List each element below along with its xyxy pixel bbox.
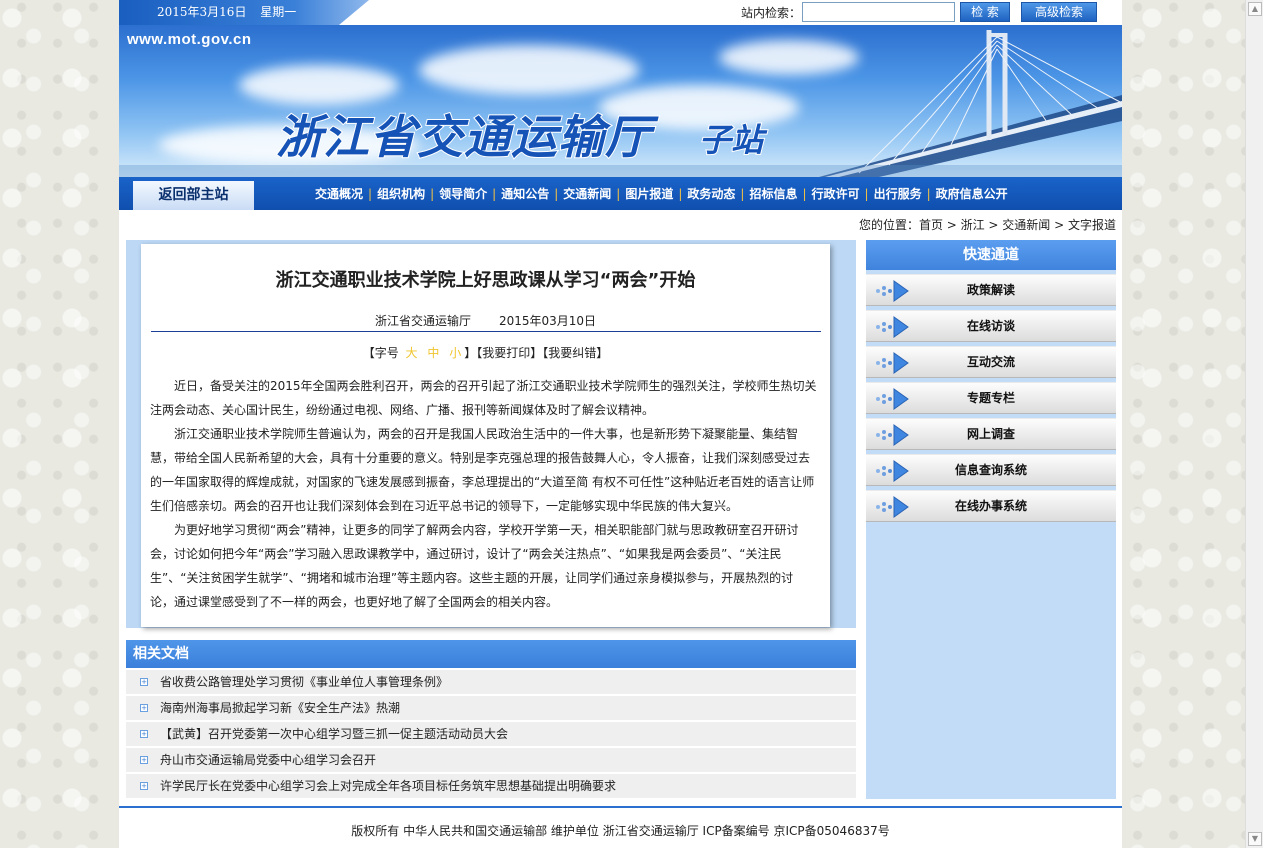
font-size-medium-link[interactable]: 中 [427, 346, 439, 360]
scroll-up-icon[interactable]: ▲ [1248, 2, 1262, 16]
plus-bullet-icon: + [140, 678, 148, 686]
nav-item[interactable]: 出行服务 | [874, 185, 936, 202]
main-nav: 返回部主站 交通概况 | 组织机构 | 领导简介 | 通知公告 | 交通新闻 | 图片报道 | 政务动态… [119, 177, 1122, 210]
nav-item[interactable]: 招标信息 | [749, 185, 811, 202]
nav-separator: | [678, 186, 683, 201]
nav-item-label[interactable]: 领导简介 [439, 185, 487, 202]
article-body: 近日，备受关注的2015年全国两会胜利召开，两会的召开引起了浙江交通职业技术学院… [150, 374, 817, 614]
related-doc-link[interactable]: + 【武黄】召开党委第一次中心组学习暨三抓一促主题活动动员大会 [126, 722, 856, 746]
nav-item-label[interactable]: 通知公告 [501, 185, 549, 202]
nav-separator: | [368, 186, 373, 201]
article-tools: 【字号 大 中 小】【我要打印】【我要纠错】 [141, 344, 830, 361]
correct-link[interactable]: 【我要纠错】 [542, 346, 608, 360]
related-docs: 相关文档 + 省收费公路管理处学习贯彻《事业单位人事管理条例》 + 海南州海事局掀起… [126, 640, 856, 798]
nav-item[interactable]: 交通概况 | [315, 185, 377, 202]
quick-link-topics[interactable]: 专题专栏 [866, 382, 1116, 414]
quick-link-interaction[interactable]: 互动交流 [866, 346, 1116, 378]
nav-separator: | [492, 186, 497, 201]
back-to-main-site-button[interactable]: 返回部主站 [133, 181, 254, 210]
nav-item[interactable]: 图片报道 | [625, 185, 687, 202]
quick-access-panel: 快速通道 政策解读 在线访谈 互动交流 专题专栏 网上调查 信息查询系统 在线办… [866, 240, 1116, 799]
nav-item[interactable]: 组织机构 | [377, 185, 439, 202]
nav-separator: | [616, 186, 621, 201]
page: 2015年3月16日 星期一 站内检索： 检 索 高级检索 www.mot.go… [119, 0, 1122, 848]
nav-item-label[interactable]: 政务动态 [687, 185, 735, 202]
nav-item[interactable]: 政务动态 | [687, 185, 749, 202]
nav-item[interactable]: 交通新闻 | [563, 185, 625, 202]
nav-item[interactable]: 政府信息公开 [936, 185, 1008, 202]
nav-separator: | [554, 186, 559, 201]
page-scrollbar[interactable]: ▲ ▼ [1245, 0, 1263, 848]
site-title: 浙江省交通运输厅 [275, 109, 652, 165]
site-url: www.mot.gov.cn [127, 31, 252, 48]
related-docs-title: 相关文档 [126, 640, 856, 668]
quick-link-policy[interactable]: 政策解读 [866, 274, 1116, 306]
article-panel: 浙江交通职业技术学院上好思政课从学习“两会”开始 浙江省交通运输厅 2015年03… [126, 240, 856, 628]
nav-item-label[interactable]: 图片报道 [625, 185, 673, 202]
plus-bullet-icon: + [140, 756, 148, 764]
article-meta: 浙江省交通运输厅 2015年03月10日 [141, 312, 830, 329]
article-paragraph: 为更好地学习贯彻“两会”精神，让更多的同学了解两会内容，学校开学第一天，相关职能… [150, 523, 799, 609]
quick-link-online-service[interactable]: 在线办事系统 [866, 490, 1116, 522]
top-bar: 2015年3月16日 星期一 站内检索： 检 索 高级检索 [119, 0, 1122, 25]
plus-bullet-icon: + [140, 704, 148, 712]
nav-item-label[interactable]: 政府信息公开 [936, 185, 1008, 202]
nav-item[interactable]: 行政许可 | [812, 185, 874, 202]
nav-list: 交通概况 | 组织机构 | 领导简介 | 通知公告 | 交通新闻 | 图片报道 | 政务动态 | 招标信息 |… [315, 177, 1008, 210]
quick-access-title: 快速通道 [866, 240, 1116, 270]
date-text: 2015年3月16日 [157, 5, 247, 19]
related-doc-link[interactable]: + 海南州海事局掀起学习新《安全生产法》热潮 [126, 696, 856, 720]
copyright-text: 版权所有 中华人民共和国交通运输部 维护单位 浙江省交通运输厅 ICP备案编号 … [351, 824, 890, 838]
advanced-search-button[interactable]: 高级检索 [1021, 2, 1097, 22]
article-paragraph: 浙江交通职业技术学院师生普遍认为，两会的召开是我国人民政治生活中的一件大事，也是… [150, 427, 815, 513]
date-display: 2015年3月16日 星期一 [119, 0, 369, 25]
nav-item[interactable]: 通知公告 | [501, 185, 563, 202]
nav-separator: | [740, 186, 745, 201]
nav-separator: | [802, 186, 807, 201]
nav-item-label[interactable]: 招标信息 [749, 185, 797, 202]
print-link[interactable]: 】【我要打印】 [464, 346, 542, 360]
related-doc-link[interactable]: + 省收费公路管理处学习贯彻《事业单位人事管理条例》 [126, 670, 856, 694]
article-title: 浙江交通职业技术学院上好思政课从学习“两会”开始 [275, 270, 696, 291]
article-paragraph: 近日，备受关注的2015年全国两会胜利召开，两会的召开引起了浙江交通职业技术学院… [150, 379, 817, 417]
nav-item-label[interactable]: 交通概况 [315, 185, 363, 202]
search-label: 站内检索： [741, 6, 802, 20]
font-size-large-link[interactable]: 大 [406, 346, 418, 360]
article-date: 2015年03月10日 [498, 314, 597, 328]
search-input[interactable] [802, 2, 955, 22]
footer: 版权所有 中华人民共和国交通运输部 维护单位 浙江省交通运输厅 ICP备案编号 … [119, 806, 1122, 848]
breadcrumb: 您的位置：首页 > 浙江 > 交通新闻 > 文字报道 [858, 218, 1116, 232]
article-source: 浙江省交通运输厅 [374, 314, 471, 328]
font-size-small-link[interactable]: 小 [449, 346, 461, 360]
nav-separator: | [430, 186, 435, 201]
quick-link-info-query[interactable]: 信息查询系统 [866, 454, 1116, 486]
nav-item-label[interactable]: 组织机构 [377, 185, 425, 202]
weekday-text: 星期一 [260, 5, 297, 19]
plus-bullet-icon: + [140, 730, 148, 738]
divider [151, 331, 821, 332]
nav-item-label[interactable]: 行政许可 [812, 185, 860, 202]
related-doc-link[interactable]: + 舟山市交通运输局党委中心组学习会召开 [126, 748, 856, 772]
nav-item[interactable]: 领导简介 | [439, 185, 501, 202]
nav-separator: | [926, 186, 931, 201]
related-doc-link[interactable]: + 许学民厅长在党委中心组学习会上对完成全年各项目标任务筑牢思想基础提出明确要求 [126, 774, 856, 798]
plus-bullet-icon: + [140, 782, 148, 790]
font-size-label: 【字号 [362, 346, 399, 360]
nav-separator: | [864, 186, 869, 201]
search-button[interactable]: 检 索 [960, 2, 1010, 22]
site-banner: www.mot.gov.cn 浙江省交通运输厅 子站 [119, 25, 1122, 177]
nav-item-label[interactable]: 出行服务 [874, 185, 922, 202]
quick-link-survey[interactable]: 网上调查 [866, 418, 1116, 450]
site-subtitle: 子站 [698, 120, 764, 160]
quick-link-interview[interactable]: 在线访谈 [866, 310, 1116, 342]
nav-item-label[interactable]: 交通新闻 [563, 185, 611, 202]
article: 浙江交通职业技术学院上好思政课从学习“两会”开始 浙江省交通运输厅 2015年03… [141, 244, 830, 627]
scroll-down-icon[interactable]: ▼ [1248, 832, 1262, 846]
